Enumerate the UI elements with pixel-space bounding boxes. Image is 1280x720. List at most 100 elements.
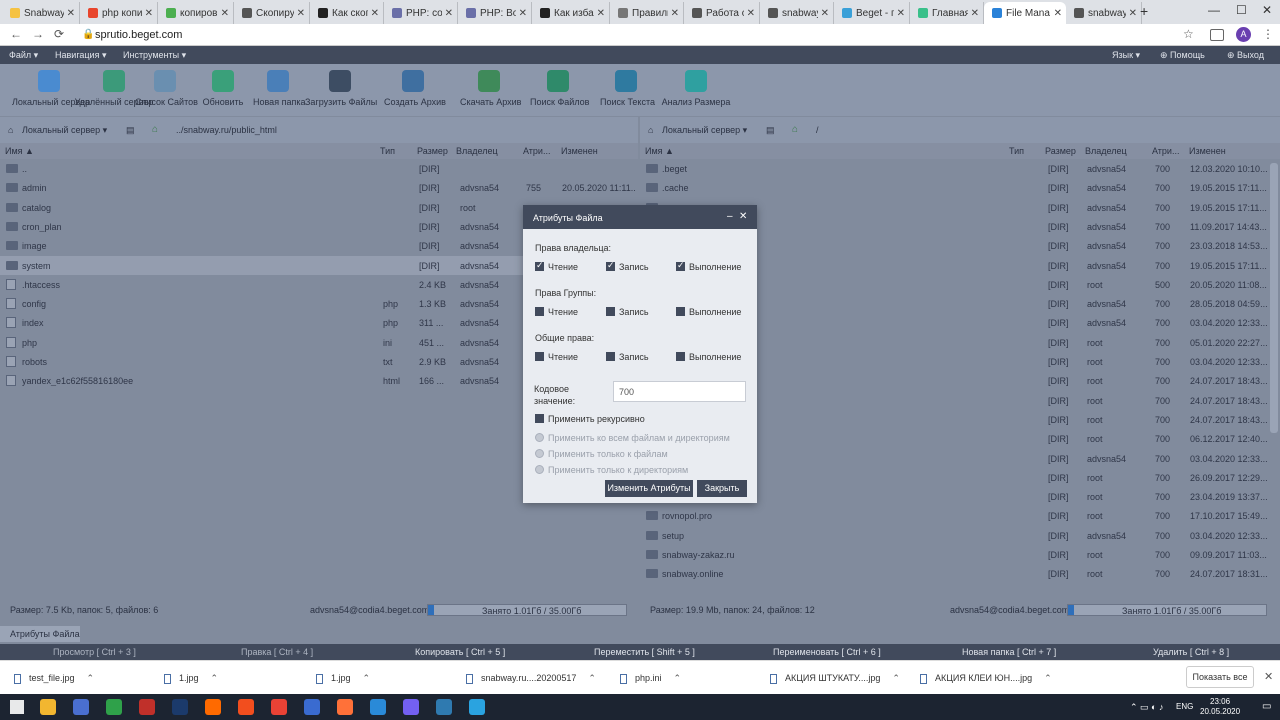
browser-tab[interactable]: Как изба ✕ <box>532 2 610 24</box>
browser-tab[interactable]: Правиль✕ <box>610 2 684 24</box>
table-row[interactable]: .beget [DIR] advsna54 700 12.03.2020 10:10..… <box>640 159 1270 178</box>
table-row[interactable]: setup [DIR] advsna54 700 03.04.2020 12:33... <box>640 526 1270 545</box>
browser-tab[interactable]: snabway ✕ <box>760 2 834 24</box>
tab-close-icon[interactable]: ✕ <box>145 8 153 19</box>
right-server-select[interactable]: Локальный сервер ▾ <box>662 125 747 136</box>
download-item[interactable]: АКЦИЯ ШТУКАТУ....jpg ⌃ <box>770 673 900 684</box>
tab-file-attributes[interactable]: Атрибуты Файла <box>0 626 80 642</box>
col-owner[interactable]: Владелец <box>456 146 498 156</box>
code-value-input[interactable] <box>613 381 746 402</box>
extension-icon[interactable] <box>1210 29 1224 41</box>
figma-icon[interactable] <box>238 699 254 715</box>
left-server-select[interactable]: Локальный сервер ▾ <box>22 125 107 136</box>
tab-close-icon[interactable]: ✕ <box>747 8 755 19</box>
maximize-icon[interactable]: ☐ <box>1236 3 1247 17</box>
toolbar-button[interactable]: Анализ Размера <box>660 70 732 107</box>
change-attributes-button[interactable]: Изменить Атрибуты <box>605 480 693 497</box>
table-row[interactable]: snabway.online [DIR] root 700 24.07.2017 18:… <box>640 564 1270 583</box>
browser-tab[interactable]: Beget - п ✕ <box>834 2 910 24</box>
filezilla-icon[interactable] <box>139 699 155 715</box>
app2-icon[interactable] <box>436 699 452 715</box>
download-item[interactable]: php.ini ⌃ <box>620 673 681 684</box>
browser-tab[interactable]: Как скоп ✕ <box>310 2 384 24</box>
save-icon[interactable] <box>73 699 89 715</box>
tab-close-icon[interactable]: ✕ <box>1129 8 1137 19</box>
toolbar-button[interactable]: Поиск Текста <box>600 70 655 107</box>
hotkey-view[interactable]: Просмотр [ Ctrl + 3 ] <box>53 647 136 657</box>
download-item[interactable]: 1.jpg ⌃ <box>164 673 218 684</box>
tab-close-icon[interactable]: ✕ <box>445 8 453 19</box>
browser-tab[interactable]: Скопиру ✕ <box>234 2 310 24</box>
tab-close-icon[interactable]: ✕ <box>67 8 75 19</box>
col-size[interactable]: Размер <box>417 146 448 156</box>
group-exec-checkbox[interactable] <box>676 307 685 316</box>
col-name[interactable]: Имя ▲ <box>5 146 34 156</box>
toolbar-button[interactable]: Создать Архив <box>384 70 446 107</box>
tab-close-icon[interactable]: ✕ <box>821 8 829 19</box>
owner-exec-checkbox[interactable] <box>676 260 685 271</box>
new-tab-button[interactable]: + <box>1140 3 1148 19</box>
chevron-up-icon[interactable]: ⌃ <box>588 673 596 683</box>
explorer-icon[interactable] <box>40 699 56 715</box>
minimize-dialog-icon[interactable]: – <box>727 211 733 222</box>
browser-tab[interactable]: php копи ✕ <box>80 2 158 24</box>
tray-icons[interactable]: ⌃ ▭ ◐ ♪ <box>1130 702 1163 713</box>
menu-file[interactable]: Файл ▾ <box>9 50 38 61</box>
app-icon[interactable] <box>205 699 221 715</box>
drive-icon[interactable]: ▤ <box>126 125 135 136</box>
radio-files[interactable] <box>535 449 544 458</box>
chevron-up-icon[interactable]: ⌃ <box>211 673 219 683</box>
owner-write-checkbox[interactable] <box>606 260 615 271</box>
group-write-checkbox[interactable] <box>606 307 615 316</box>
chrome-icon[interactable] <box>271 699 287 715</box>
close-window-icon[interactable]: ✕ <box>1262 3 1272 17</box>
tab-close-icon[interactable]: ✕ <box>519 8 527 19</box>
close-dialog-icon[interactable]: ✕ <box>739 211 747 222</box>
show-all-button[interactable]: Показать все <box>1186 666 1254 688</box>
tab-close-icon[interactable]: ✕ <box>597 8 605 19</box>
tab-close-icon[interactable]: ✕ <box>297 8 305 19</box>
browser-tab[interactable]: snabway ✕ <box>1066 2 1142 24</box>
col-type[interactable]: Тип <box>380 146 395 156</box>
col-attr[interactable]: Атри... <box>1152 146 1179 156</box>
toolbar-button[interactable]: Загрузить Файлы <box>305 70 377 107</box>
chevron-up-icon[interactable]: ⌃ <box>674 673 682 683</box>
download-item[interactable]: snabway.ru....20200517 ⌃ <box>466 673 596 684</box>
notification-icon[interactable]: ▭ <box>1262 701 1271 712</box>
download-item[interactable]: 1.jpg ⌃ <box>316 673 370 684</box>
group-read-checkbox[interactable] <box>535 307 544 316</box>
home-icon[interactable]: ⌂ <box>792 124 798 135</box>
hotkey-rename[interactable]: Переименовать [ Ctrl + 6 ] <box>773 647 881 657</box>
toolbar-button[interactable]: Скачать Архив <box>460 70 521 107</box>
right-path[interactable]: / <box>816 125 819 135</box>
minimize-icon[interactable]: — <box>1208 3 1220 17</box>
viber-icon[interactable] <box>403 699 419 715</box>
avatar[interactable]: A <box>1236 27 1251 42</box>
toolbar-button[interactable]: Поиск Файлов <box>530 70 589 107</box>
toolbar-button[interactable]: Обновить <box>202 70 244 107</box>
radio-all[interactable] <box>535 433 544 442</box>
table-row[interactable]: rovnopol.pro [DIR] root 700 17.10.2017 15:49… <box>640 506 1270 525</box>
table-row[interactable]: .. [DIR] <box>0 159 638 178</box>
tab-close-icon[interactable]: ✕ <box>371 8 379 19</box>
recursive-checkbox[interactable] <box>535 414 544 423</box>
toolbar-button[interactable]: Список Сайтов <box>135 70 198 107</box>
hotkey-move[interactable]: Переместить [ Shift + 5 ] <box>594 647 695 657</box>
tool-icon[interactable] <box>304 699 320 715</box>
menu-help[interactable]: ⊕ Помощь <box>1160 50 1205 61</box>
radio-dirs[interactable] <box>535 465 544 474</box>
table-row[interactable]: admin [DIR] advsna54 755 20.05.2020 11:11... <box>0 178 638 197</box>
table-row[interactable]: .cache [DIR] advsna54 700 19.05.2015 17:11..… <box>640 178 1270 197</box>
menu-icon[interactable]: ⋮ <box>1262 27 1274 41</box>
col-size[interactable]: Размер <box>1045 146 1076 156</box>
close-button[interactable]: Закрыть <box>697 480 747 497</box>
forward-icon[interactable]: → <box>32 27 44 41</box>
hotkey-new-folder[interactable]: Новая папка [ Ctrl + 7 ] <box>962 647 1056 657</box>
col-modified[interactable]: Изменен <box>561 146 598 156</box>
chevron-up-icon[interactable]: ⌃ <box>892 673 900 683</box>
col-attr[interactable]: Атри... <box>523 146 550 156</box>
download-item[interactable]: АКЦИЯ КЛЕИ ЮН....jpg ⌃ <box>920 673 1052 684</box>
other-read-checkbox[interactable] <box>535 352 544 361</box>
back-icon[interactable]: ← <box>10 27 22 41</box>
close-downloads-icon[interactable]: ✕ <box>1264 670 1273 683</box>
